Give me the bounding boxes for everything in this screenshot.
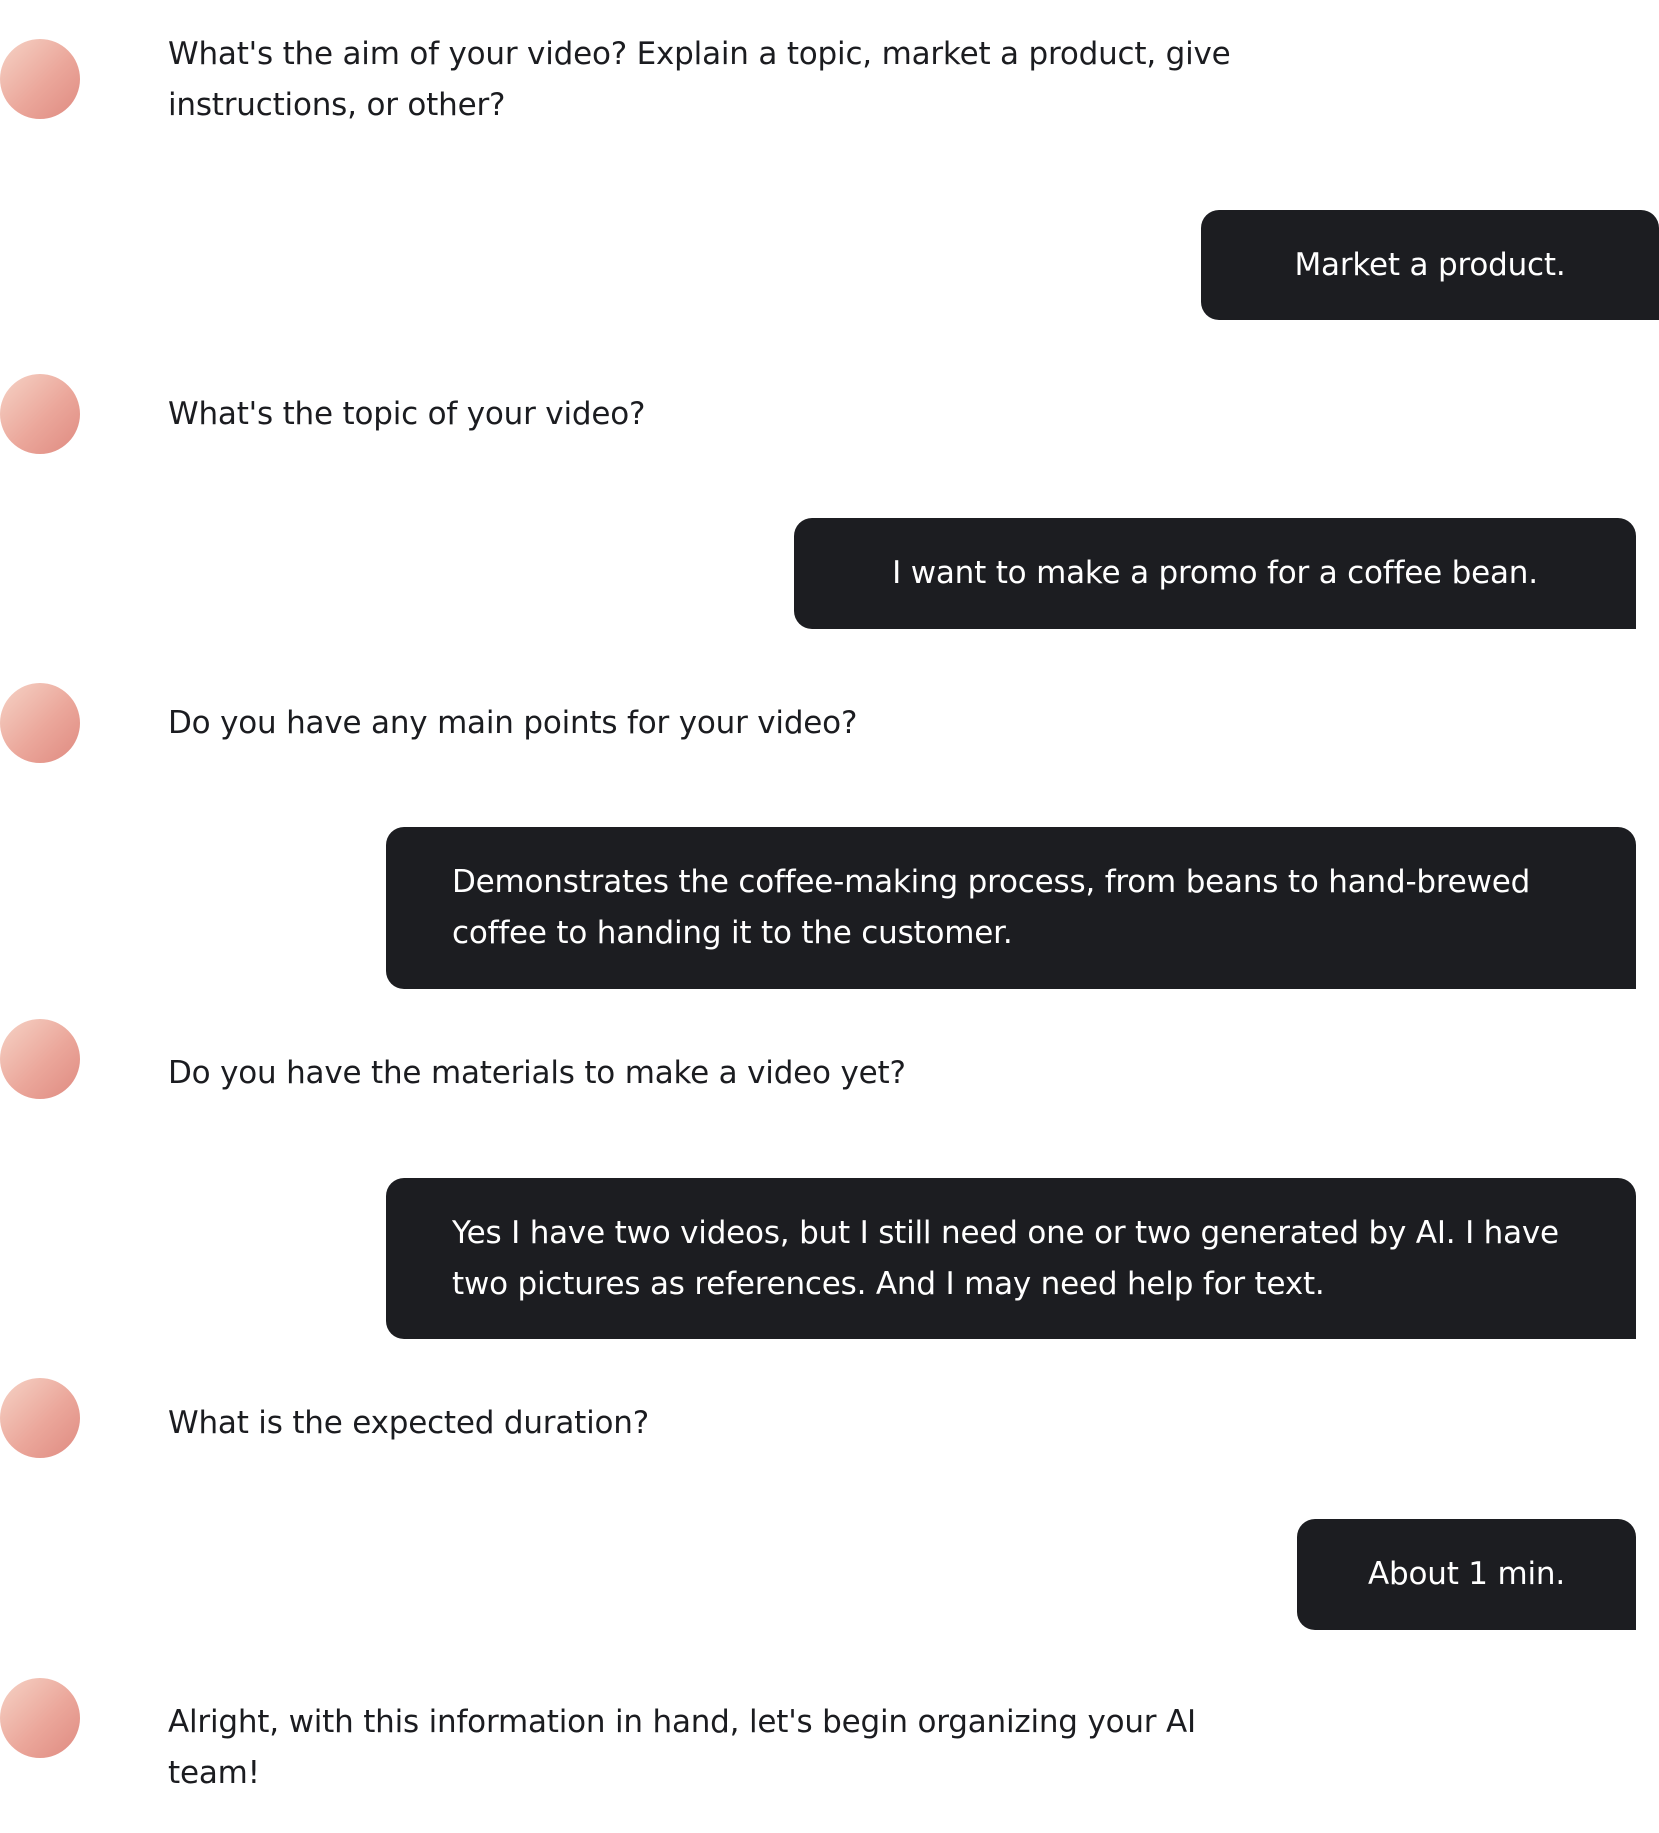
assistant-message: Do you have the materials to make a vide… bbox=[168, 1055, 906, 1091]
assistant-avatar bbox=[0, 39, 80, 119]
user-message-bubble: Demonstrates the coffee-making process, … bbox=[386, 827, 1636, 989]
assistant-avatar bbox=[0, 1378, 80, 1458]
assistant-message: Alright, with this information in hand, … bbox=[168, 1704, 1196, 1791]
assistant-message: What is the expected duration? bbox=[168, 1405, 649, 1441]
assistant-avatar bbox=[0, 1678, 80, 1758]
assistant-avatar bbox=[0, 1019, 80, 1099]
assistant-message: What's the aim of your video? Explain a … bbox=[168, 36, 1231, 123]
assistant-message: Do you have any main points for your vid… bbox=[168, 705, 858, 741]
assistant-message: What's the topic of your video? bbox=[168, 396, 646, 432]
user-message-bubble: I want to make a promo for a coffee bean… bbox=[794, 518, 1636, 629]
assistant-avatar bbox=[0, 374, 80, 454]
assistant-avatar bbox=[0, 683, 80, 763]
user-message-bubble: Yes I have two videos, but I still need … bbox=[386, 1178, 1636, 1339]
user-message-bubble: About 1 min. bbox=[1297, 1519, 1636, 1630]
user-message-bubble: Market a product. bbox=[1201, 210, 1659, 320]
